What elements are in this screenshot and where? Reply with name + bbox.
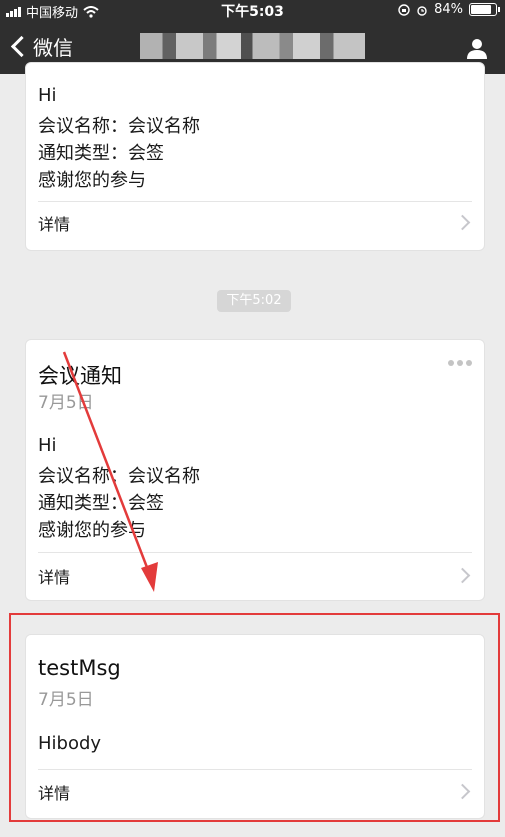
person-icon[interactable]: [465, 36, 489, 60]
battery-percent: 84%: [434, 2, 463, 17]
card-body-line: 会议名称：会议名称: [38, 466, 200, 487]
chevron-right-icon: [454, 567, 471, 584]
chevron-right-icon: [454, 214, 471, 231]
card-date: 7月5日: [38, 393, 94, 413]
detail-link[interactable]: 详情: [38, 564, 70, 588]
card-divider: [38, 201, 472, 202]
card-body-line: 通知类型：会签: [38, 143, 164, 164]
back-button[interactable]: 微信: [8, 32, 73, 61]
chat-title-obscured: [140, 33, 365, 59]
rotation-lock-icon: [398, 3, 410, 16]
status-right: 84%: [398, 2, 500, 17]
card-body-line: 感谢您的参与: [38, 170, 146, 191]
card-body-line: 感谢您的参与: [38, 520, 146, 541]
card-body-line: 通知类型：会签: [38, 493, 164, 514]
message-timestamp: 下午5:02: [217, 290, 291, 312]
more-icon[interactable]: [448, 360, 472, 366]
chevron-left-icon: [10, 35, 33, 58]
message-card: Hi 会议名称：会议名称 通知类型：会签 感谢您的参与 详情: [25, 62, 485, 251]
card-body-line: 会议名称：会议名称: [38, 116, 200, 137]
battery-icon: [469, 3, 500, 16]
battery-level: [471, 5, 491, 14]
card-title: 会议通知: [38, 364, 122, 388]
status-bar: 中国移动 下午5:03 84%: [0, 0, 505, 21]
card-divider: [38, 552, 472, 553]
message-card: 会议通知 7月5日 Hi 会议名称：会议名称 通知类型：会签 感谢您的参与 详情: [25, 339, 485, 601]
card-body-line: Hi: [38, 435, 57, 456]
back-label: 微信: [33, 36, 73, 60]
highlight-box: [9, 613, 500, 822]
alarm-icon: [417, 5, 427, 16]
card-body-line: Hi: [38, 85, 57, 106]
detail-link[interactable]: 详情: [38, 211, 70, 235]
